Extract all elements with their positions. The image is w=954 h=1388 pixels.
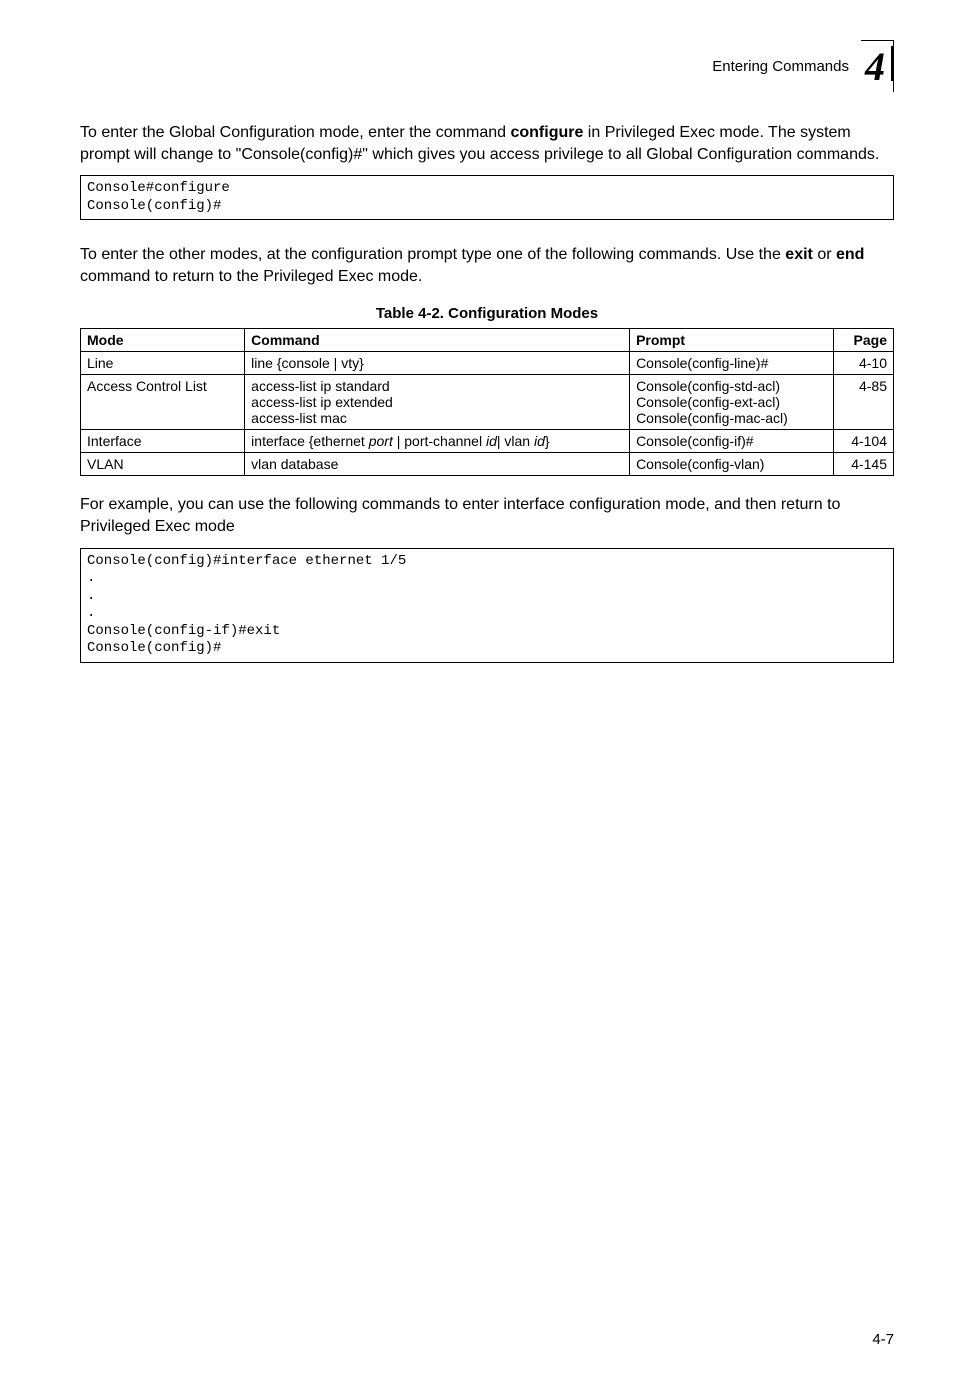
text: To enter the Global Configuration mode, … <box>80 124 510 141</box>
cell-page: 4-85 <box>833 375 893 430</box>
cell-page: 4-10 <box>833 352 893 375</box>
chapter-badge: 4 <box>861 40 894 92</box>
prompt-line: Console(config-ext-acl) <box>636 394 827 410</box>
cell-prompt: Console(config-line)# <box>630 352 834 375</box>
text: | port-channel <box>393 433 486 449</box>
cell-command: line {console | vty} <box>245 352 630 375</box>
cell-mode: Line <box>81 352 245 375</box>
text: or <box>813 246 836 263</box>
prompt-line: Console(config-mac-acl) <box>636 410 827 426</box>
cell-prompt: Console(config-if)# <box>630 430 834 453</box>
text: To enter the other modes, at the configu… <box>80 246 785 263</box>
table-row: Access Control List access-list ip stand… <box>81 375 894 430</box>
param-port: port <box>369 433 393 449</box>
example-paragraph: For example, you can use the following c… <box>80 494 894 537</box>
intro-paragraph-1: To enter the Global Configuration mode, … <box>80 122 894 165</box>
header-section-title: Entering Commands <box>712 58 849 75</box>
text: interface {ethernet <box>251 433 369 449</box>
param-id: id <box>534 433 545 449</box>
cell-page: 4-104 <box>833 430 893 453</box>
cmd-line: access-list ip extended <box>251 394 623 410</box>
page-header: Entering Commands 4 <box>80 40 894 92</box>
col-prompt: Prompt <box>630 329 834 352</box>
cell-mode: Access Control List <box>81 375 245 430</box>
text: } <box>545 433 550 449</box>
col-page: Page <box>833 329 893 352</box>
text: | vlan <box>497 433 534 449</box>
prompt-line: Console(config-std-acl) <box>636 378 827 394</box>
table-header-row: Mode Command Prompt Page <box>81 329 894 352</box>
code-block-interface: Console(config)#interface ethernet 1/5 .… <box>80 548 894 663</box>
cell-command: interface {ethernet port | port-channel … <box>245 430 630 453</box>
code-block-configure: Console#configure Console(config)# <box>80 175 894 220</box>
col-command: Command <box>245 329 630 352</box>
intro-paragraph-2: To enter the other modes, at the configu… <box>80 244 894 287</box>
cell-mode: Interface <box>81 430 245 453</box>
cell-command: vlan database <box>245 453 630 476</box>
text: command to return to the Privileged Exec… <box>80 268 422 285</box>
configuration-modes-table: Mode Command Prompt Page Line line {cons… <box>80 328 894 476</box>
cmd-line: access-list ip standard <box>251 378 623 394</box>
cell-command: access-list ip standard access-list ip e… <box>245 375 630 430</box>
param-id: id <box>486 433 497 449</box>
table-caption: Table 4-2. Configuration Modes <box>80 305 894 322</box>
page-number: 4-7 <box>872 1331 894 1348</box>
cell-mode: VLAN <box>81 453 245 476</box>
cell-page: 4-145 <box>833 453 893 476</box>
cell-prompt: Console(config-std-acl) Console(config-e… <box>630 375 834 430</box>
cmd-line: access-list mac <box>251 410 623 426</box>
table-row: Line line {console | vty} Console(config… <box>81 352 894 375</box>
col-mode: Mode <box>81 329 245 352</box>
chapter-number: 4 <box>865 44 885 89</box>
cell-prompt: Console(config-vlan) <box>630 453 834 476</box>
configure-keyword: configure <box>510 124 583 141</box>
table-row: VLAN vlan database Console(config-vlan) … <box>81 453 894 476</box>
end-keyword: end <box>836 246 864 263</box>
table-row: Interface interface {ethernet port | por… <box>81 430 894 453</box>
exit-keyword: exit <box>785 246 813 263</box>
